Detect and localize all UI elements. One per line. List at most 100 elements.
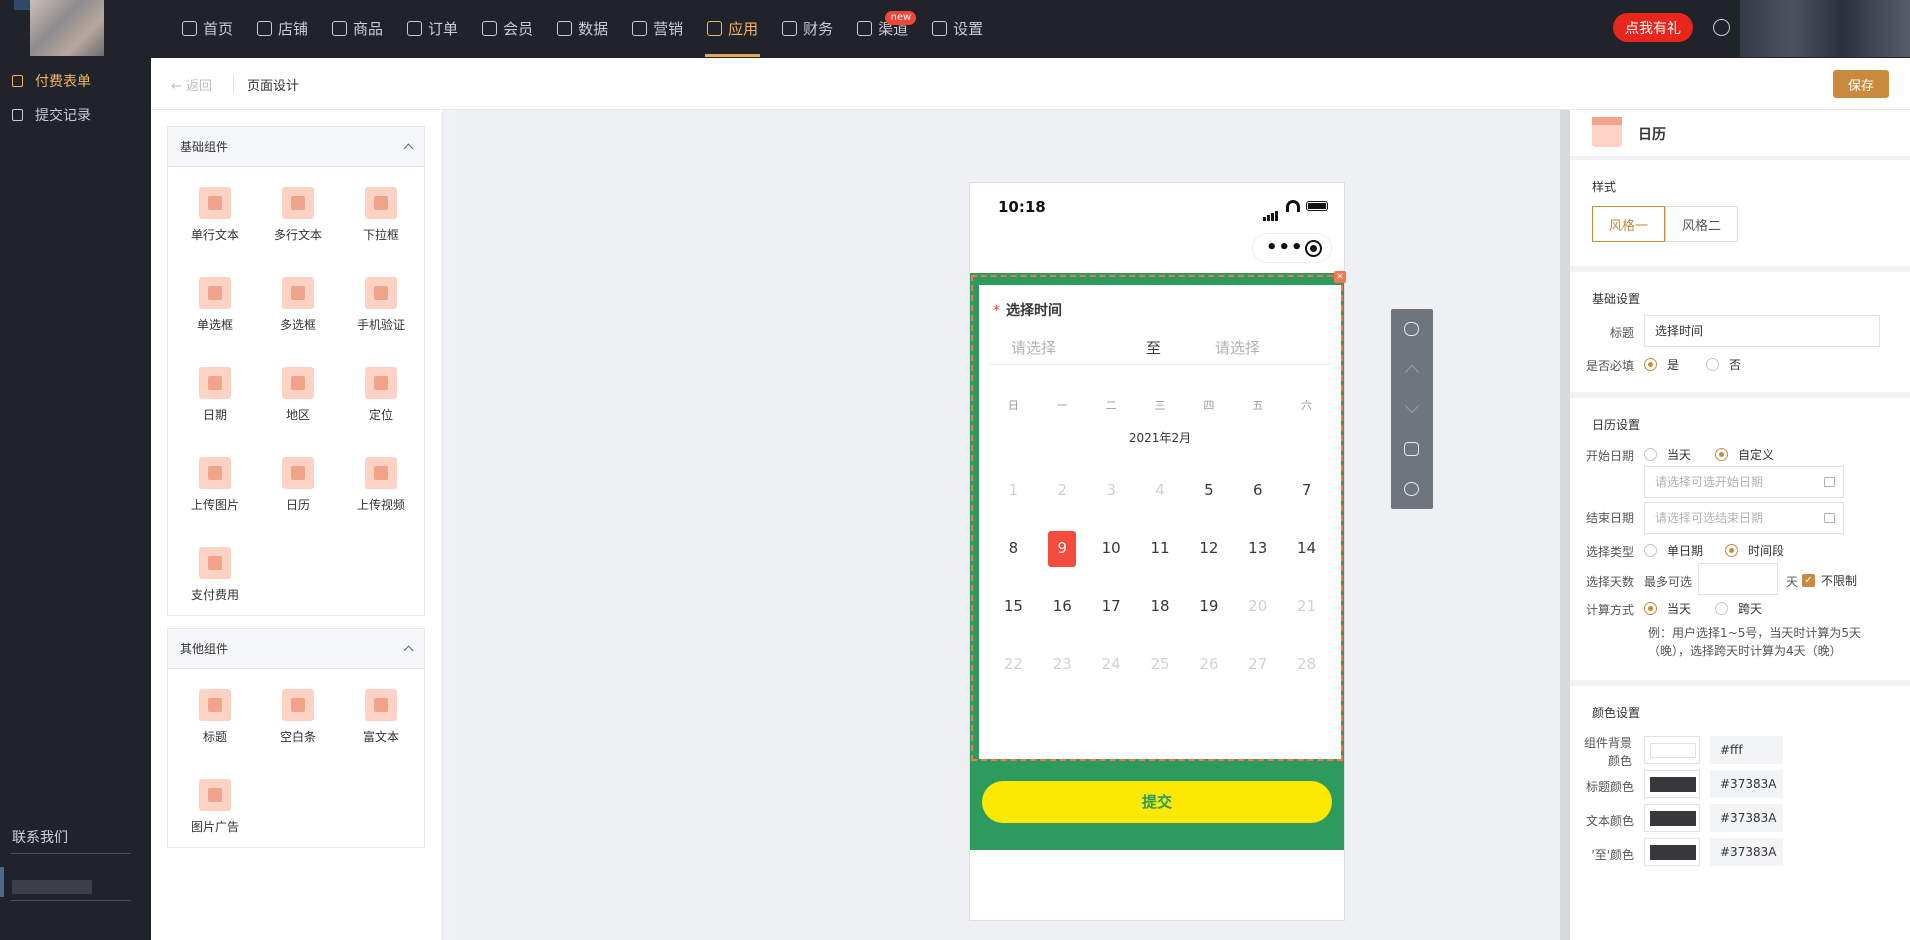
calendar-day[interactable]: 8 (989, 519, 1038, 577)
group-header[interactable]: 基础组件 (168, 127, 424, 167)
calendar-day[interactable]: 3 (1087, 461, 1136, 519)
calendar-day-selected[interactable]: 9 (1038, 519, 1087, 577)
save-button[interactable]: 保存 (1833, 70, 1889, 98)
component-date[interactable]: 日期 (180, 367, 250, 423)
title-input[interactable]: 选择时间 (1644, 315, 1880, 347)
calendar-day[interactable]: 10 (1087, 519, 1136, 577)
calendar-day[interactable]: 28 (1282, 635, 1331, 693)
nav-order[interactable]: 订单 (395, 0, 470, 57)
component-upload-video[interactable]: 上传视频 (346, 457, 416, 513)
nav-settings[interactable]: 设置 (920, 0, 995, 57)
back-button[interactable]: ← 返回 (171, 75, 212, 94)
style-two-button[interactable]: 风格二 (1665, 206, 1738, 242)
canvas-scrollbar[interactable] (1560, 110, 1570, 940)
component-region[interactable]: 地区 (263, 367, 333, 423)
calendar-day[interactable]: 27 (1233, 635, 1282, 693)
component-radio[interactable]: 单选框 (180, 277, 250, 333)
component-multi-text[interactable]: 多行文本 (263, 187, 333, 243)
close-target-icon[interactable] (1305, 240, 1322, 257)
calendar-day[interactable]: 2 (1038, 461, 1087, 519)
store-logo[interactable] (30, 0, 104, 56)
settings-button[interactable] (1391, 469, 1433, 509)
nav-marketing[interactable]: 营销 (620, 0, 695, 57)
text-color-swatch[interactable] (1644, 804, 1700, 832)
calendar-day[interactable]: 6 (1233, 461, 1282, 519)
submit-button[interactable]: 提交 (982, 781, 1332, 823)
calendar-day[interactable]: 22 (989, 635, 1038, 693)
nav-channel[interactable]: 渠道 new (845, 0, 920, 57)
selected-component-outline[interactable]: × * 选择时间 请选择 至 请选择 日 一 二 三 四 五 六 2021年2月… (971, 271, 1346, 761)
calendar-day[interactable]: 21 (1282, 577, 1331, 635)
title-color-hex[interactable]: #37383A (1710, 770, 1783, 798)
sidebar-item-submit-records[interactable]: 提交记录 (0, 98, 151, 132)
calendar-day[interactable]: 25 (1136, 635, 1185, 693)
start-date-placeholder[interactable]: 请选择 (1011, 337, 1056, 358)
sidebar-item-paid-form[interactable]: 付费表单 (0, 64, 151, 98)
required-no-radio[interactable]: 否 (1706, 356, 1741, 373)
component-title[interactable]: 标题 (180, 689, 250, 745)
start-custom-radio[interactable]: 自定义 (1715, 446, 1774, 463)
date-range-input[interactable]: 请选择 至 请选择 (989, 325, 1331, 365)
calendar-day[interactable]: 11 (1136, 519, 1185, 577)
gift-button[interactable]: 点我有礼 (1613, 13, 1693, 42)
visibility-button[interactable] (1391, 309, 1433, 349)
calendar-day[interactable]: 19 (1184, 577, 1233, 635)
nav-product[interactable]: 商品 (320, 0, 395, 57)
calendar-day[interactable]: 17 (1087, 577, 1136, 635)
nav-store[interactable]: 店铺 (245, 0, 320, 57)
move-down-button[interactable] (1391, 389, 1433, 429)
component-payment[interactable]: 支付费用 (180, 547, 250, 603)
calendar-day[interactable]: 18 (1136, 577, 1185, 635)
calendar-day[interactable]: 24 (1087, 635, 1136, 693)
component-dropdown[interactable]: 下拉框 (346, 187, 416, 243)
component-calendar[interactable]: 日历 (263, 457, 333, 513)
calendar-component[interactable]: * 选择时间 请选择 至 请选择 日 一 二 三 四 五 六 2021年2月 1… (979, 285, 1341, 759)
single-date-radio[interactable]: 单日期 (1644, 542, 1703, 559)
period-radio[interactable]: 时间段 (1725, 542, 1784, 559)
end-date-picker[interactable]: 请选择可选结束日期 (1644, 502, 1844, 534)
move-up-button[interactable] (1391, 349, 1433, 389)
component-rich-text[interactable]: 富文本 (346, 689, 416, 745)
component-location[interactable]: 定位 (346, 367, 416, 423)
nav-data[interactable]: 数据 (545, 0, 620, 57)
max-days-input[interactable] (1698, 563, 1778, 595)
title-color-swatch[interactable] (1644, 770, 1700, 798)
bg-color-hex[interactable]: #fff (1710, 736, 1783, 764)
start-date-picker[interactable]: 请选择可选开始日期 (1644, 466, 1844, 498)
calendar-day[interactable]: 5 (1184, 461, 1233, 519)
to-color-hex[interactable]: #37383A (1710, 838, 1783, 866)
nav-member[interactable]: 会员 (470, 0, 545, 57)
component-blank-bar[interactable]: 空白条 (263, 689, 333, 745)
nav-finance[interactable]: 财务 (770, 0, 845, 57)
calendar-day[interactable]: 26 (1184, 635, 1233, 693)
calendar-day[interactable]: 13 (1233, 519, 1282, 577)
nav-home[interactable]: 首页 (170, 0, 245, 57)
more-icon[interactable]: ••• (1266, 239, 1304, 257)
group-header[interactable]: 其他组件 (168, 629, 424, 669)
copy-button[interactable] (1391, 429, 1433, 469)
calc-today-radio[interactable]: 当天 (1644, 600, 1691, 617)
calendar-day[interactable]: 23 (1038, 635, 1087, 693)
start-today-radio[interactable]: 当天 (1644, 446, 1691, 463)
unlimited-checkbox[interactable]: ✓ 不限制 (1802, 572, 1857, 589)
component-image-ad[interactable]: 图片广告 (180, 779, 250, 835)
account-area[interactable] (1740, 0, 1910, 57)
calendar-day[interactable]: 4 (1136, 461, 1185, 519)
component-checkbox[interactable]: 多选框 (263, 277, 333, 333)
component-phone-verify[interactable]: 手机验证 (346, 277, 416, 333)
calc-cross-day-radio[interactable]: 跨天 (1715, 600, 1762, 617)
to-color-swatch[interactable] (1644, 838, 1700, 866)
download-icon[interactable] (1713, 19, 1730, 36)
text-color-hex[interactable]: #37383A (1710, 804, 1783, 832)
component-single-text[interactable]: 单行文本 (180, 187, 250, 243)
end-date-placeholder[interactable]: 请选择 (1215, 337, 1260, 358)
style-one-button[interactable]: 风格一 (1592, 206, 1665, 242)
calendar-day[interactable]: 20 (1233, 577, 1282, 635)
calendar-day[interactable]: 7 (1282, 461, 1331, 519)
nav-apps[interactable]: 应用 (695, 0, 770, 57)
calendar-day[interactable]: 15 (989, 577, 1038, 635)
delete-icon[interactable]: × (1334, 271, 1346, 283)
calendar-day[interactable]: 1 (989, 461, 1038, 519)
component-upload-image[interactable]: 上传图片 (180, 457, 250, 513)
bg-color-swatch[interactable] (1644, 736, 1700, 764)
